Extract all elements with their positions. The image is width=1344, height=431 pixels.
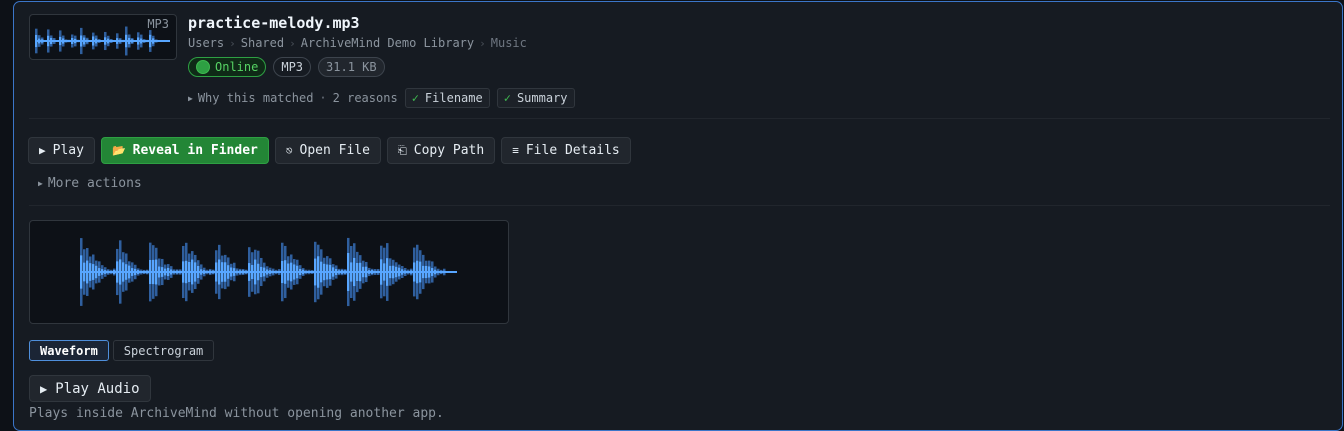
play-icon: ▶ (39, 144, 46, 157)
copy-icon: ⎗ (397, 143, 407, 157)
playback-note: Plays inside ArchiveMind without opening… (29, 406, 444, 421)
breadcrumb-item[interactable]: ArchiveMind Demo Library (301, 36, 474, 50)
more-actions-label: More actions (47, 176, 142, 191)
status-badge-label: Online (215, 60, 259, 74)
file-detail-panel: MP3 practice-melody.mp3 Users › Shared ›… (13, 1, 1343, 431)
breadcrumb-item[interactable]: Users (188, 36, 224, 50)
match-reasons-label: Why this matched (197, 91, 314, 105)
play-icon: ▶ (40, 381, 48, 396)
reveal-in-finder-button[interactable]: 📂 Reveal in Finder (100, 137, 269, 164)
action-bar: ▶ Play 📂 Reveal in Finder ⎋ Open File ⎗ … (28, 137, 631, 164)
match-reasons[interactable]: ▶ Why this matched · 2 reasons ✓ Filenam… (188, 88, 575, 108)
tab-waveform[interactable]: Waveform (29, 340, 109, 361)
open-file-button[interactable]: ⎋ Open File (274, 137, 381, 164)
disclosure-triangle-icon: ▶ (188, 93, 193, 103)
play-audio-button[interactable]: ▶ Play Audio (29, 375, 151, 402)
check-icon: ✓ (503, 91, 511, 105)
match-reasons-count: 2 reasons (332, 91, 398, 105)
list-icon: ≡ (512, 144, 519, 157)
online-dot-icon (196, 60, 210, 74)
play-button-label: Play (52, 143, 84, 158)
preview-tabs: Waveform Spectrogram (29, 340, 215, 361)
separator-dot: · (319, 91, 327, 105)
waveform-preview[interactable] (29, 220, 509, 324)
tab-spectrogram[interactable]: Spectrogram (112, 340, 215, 361)
reason-label: Summary (516, 91, 568, 105)
file-details-label: File Details (525, 143, 620, 158)
breadcrumb: Users › Shared › ArchiveMind Demo Librar… (188, 36, 527, 50)
size-badge: 31.1 KB (318, 57, 385, 77)
breadcrumb-separator: › (479, 36, 486, 50)
breadcrumb-separator: › (289, 36, 296, 50)
play-audio-label: Play Audio (55, 380, 140, 397)
divider (29, 118, 1330, 119)
reason-chip-filename: ✓ Filename (404, 88, 490, 108)
breadcrumb-item-current: Music (490, 36, 527, 50)
folder-icon: 📂 (111, 144, 126, 157)
open-file-label: Open File (299, 143, 370, 158)
waveform-center-line (80, 271, 457, 273)
open-file-icon: ⎋ (285, 144, 293, 157)
copy-path-label: Copy Path (413, 143, 485, 158)
reason-chip-summary: ✓ Summary (496, 88, 575, 108)
waveform-center-line (35, 40, 170, 42)
file-title: practice-melody.mp3 (188, 14, 360, 32)
reveal-in-finder-label: Reveal in Finder (132, 143, 258, 158)
check-icon: ✓ (411, 91, 419, 105)
waveform-graphic (80, 237, 457, 307)
play-button[interactable]: ▶ Play (28, 137, 95, 164)
status-badge: Online (188, 57, 267, 77)
breadcrumb-separator: › (229, 36, 236, 50)
divider (29, 205, 1330, 206)
more-actions-toggle[interactable]: ▶ More actions (38, 176, 142, 191)
waveform-thumbnail: MP3 (29, 14, 177, 60)
file-details-button[interactable]: ≡ File Details (501, 137, 631, 164)
copy-path-button[interactable]: ⎗ Copy Path (386, 137, 496, 164)
disclosure-triangle-icon: ▶ (38, 179, 43, 188)
format-badge: MP3 (273, 57, 312, 77)
thumbnail-format-label: MP3 (147, 17, 169, 31)
badge-row: Online MP3 31.1 KB (188, 57, 385, 77)
breadcrumb-item[interactable]: Shared (241, 36, 284, 50)
reason-label: Filename (424, 91, 483, 105)
